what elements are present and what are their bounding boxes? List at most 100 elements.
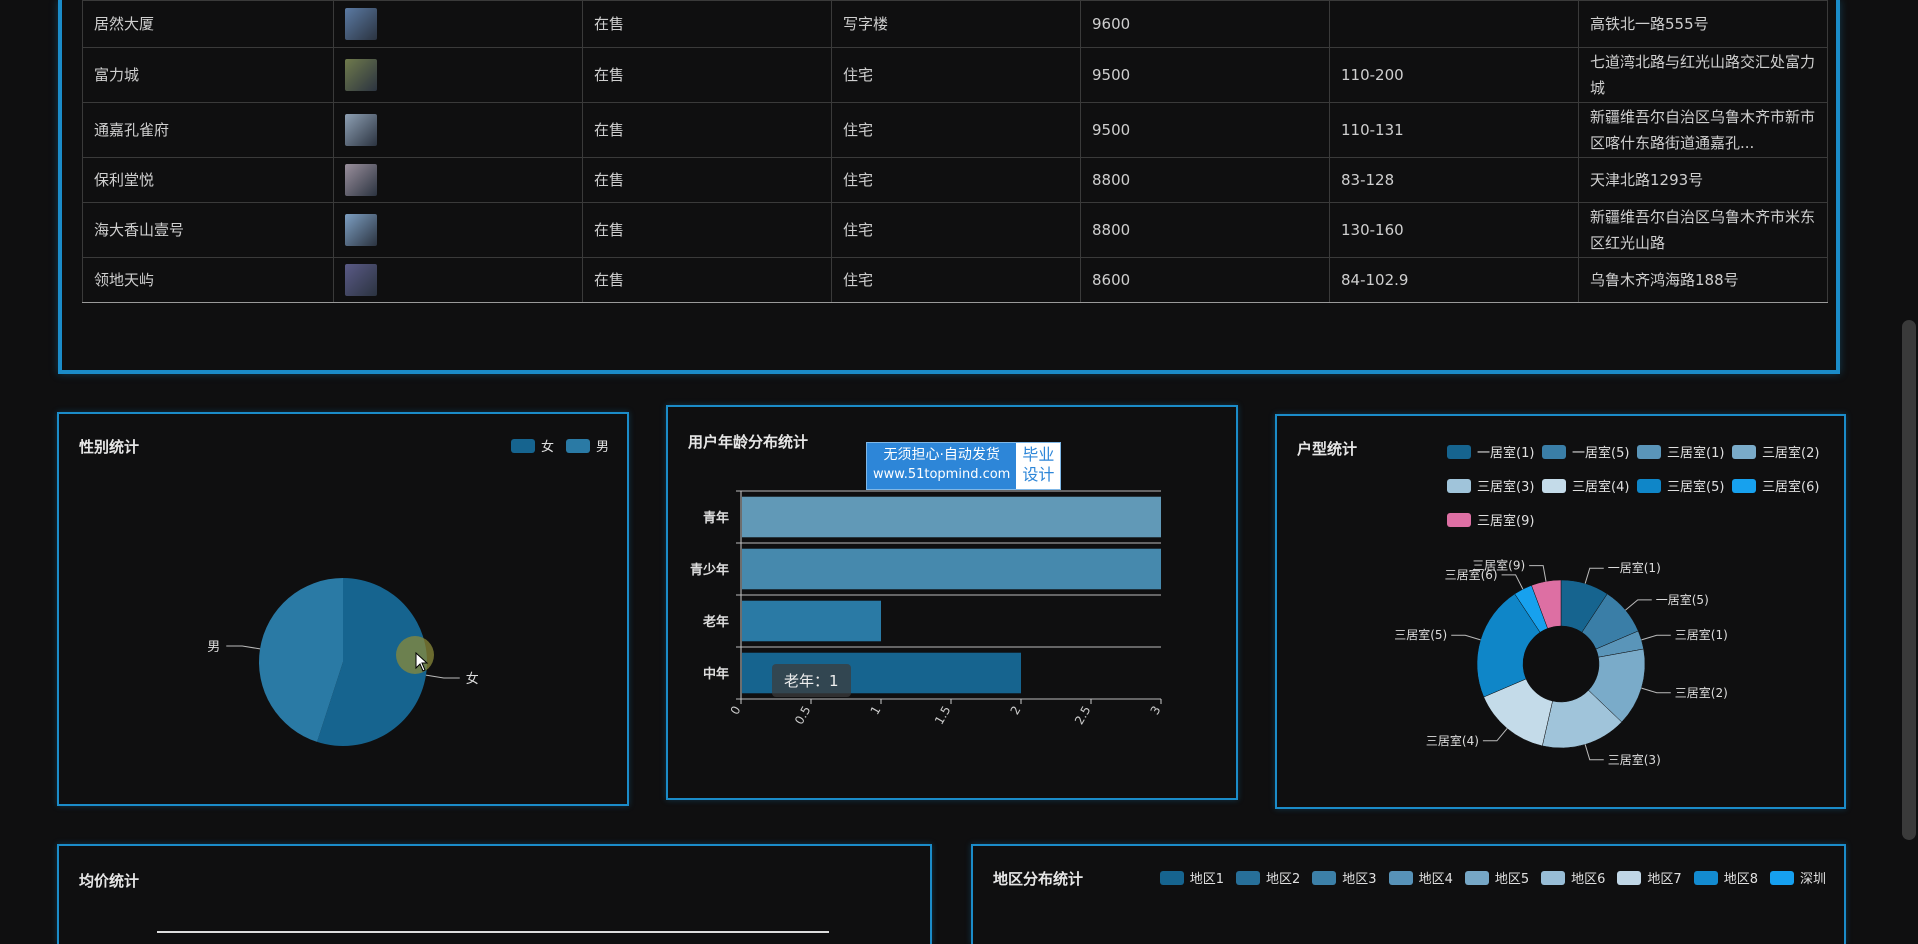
- cell-status: 在售: [582, 157, 832, 203]
- bar[interactable]: [742, 600, 881, 642]
- x-tick-label: 0.5: [792, 704, 814, 728]
- donut-label: 三居室(2): [1675, 685, 1728, 700]
- cell-status: 在售: [582, 102, 832, 158]
- cell-thumb: [333, 0, 583, 48]
- label-line: [226, 645, 261, 650]
- label-line: [1529, 565, 1547, 582]
- legend-item[interactable]: 地区6: [1541, 868, 1605, 887]
- cell-thumb: [333, 102, 583, 158]
- cell-type: 写字楼: [831, 0, 1081, 48]
- cell-name: 富力城: [82, 47, 334, 103]
- cell-price: 9600: [1080, 0, 1330, 48]
- table-row[interactable]: 通嘉孔雀府 在售 住宅 9500 110-131 新疆维吾尔自治区乌鲁木齐市新市区喀什东路…: [82, 102, 1828, 158]
- gender-chart-panel: 性别统计 女男 女男: [57, 412, 629, 806]
- label-line: [1584, 567, 1604, 584]
- avg-price-chart-top-edge: [157, 931, 829, 933]
- legend-label: 深圳: [1799, 872, 1826, 887]
- cell-thumb: [333, 257, 583, 303]
- cell-type: 住宅: [831, 102, 1081, 158]
- table-row[interactable]: 居然大厦 在售 写字楼 9600 高铁北一路555号: [82, 0, 1828, 48]
- mouse-cursor-icon: [415, 652, 429, 672]
- cell-price: 8800: [1080, 157, 1330, 203]
- x-tick-label: 2: [1008, 704, 1024, 718]
- cell-price: 9500: [1080, 102, 1330, 158]
- donut-label: 三居室(4): [1426, 733, 1479, 748]
- cell-address: 七道湾北路与红光山路交汇处富力城: [1578, 47, 1828, 103]
- cell-name: 居然大厦: [82, 0, 334, 48]
- pie-label: 男: [207, 640, 220, 655]
- cell-name: 领地天屿: [82, 257, 334, 303]
- cell-area: 130-160: [1329, 202, 1579, 258]
- donut-label: 三居室(1): [1675, 627, 1728, 642]
- watermark-right1: 毕业: [1022, 445, 1055, 464]
- cell-type: 住宅: [831, 257, 1081, 303]
- legend-item[interactable]: 地区8: [1693, 868, 1758, 887]
- scrollbar-thumb[interactable]: [1902, 320, 1916, 840]
- legend-item[interactable]: 地区5: [1464, 868, 1529, 887]
- cell-address: 新疆维吾尔自治区乌鲁木齐市新市区喀什东路街道通嘉孔...: [1578, 102, 1828, 158]
- label-line: [1641, 687, 1671, 694]
- legend-swatch: [1388, 870, 1413, 885]
- donut-label: 三居室(5): [1394, 627, 1447, 642]
- property-thumbnail[interactable]: [345, 114, 377, 146]
- legend-label: 地区8: [1723, 872, 1758, 887]
- avg-price-chart-title: 均价统计: [79, 872, 140, 890]
- cell-thumb: [333, 157, 583, 203]
- label-line: [1625, 599, 1652, 611]
- bar[interactable]: [742, 548, 1161, 590]
- room-type-donut-chart: 一居室(1) 一居室(5) 三居室(1) 三居室(2) 三居室(3) 三居室(4) 三居室(…: [1394, 558, 1728, 767]
- cell-type: 住宅: [831, 157, 1081, 203]
- property-thumbnail[interactable]: [345, 214, 377, 246]
- property-thumbnail[interactable]: [345, 8, 377, 40]
- cell-status: 在售: [582, 257, 832, 303]
- legend-label: 地区2: [1266, 872, 1301, 887]
- legend-item[interactable]: 地区2: [1236, 868, 1300, 887]
- region-chart-title: 地区分布统计: [993, 870, 1084, 888]
- legend-item[interactable]: 地区3: [1312, 868, 1377, 887]
- table-row[interactable]: 领地天屿 在售 住宅 8600 84-102.9 乌鲁木齐鸿海路188号: [82, 257, 1828, 303]
- legend-item[interactable]: 深圳: [1769, 868, 1826, 887]
- pie-label: 女: [466, 671, 479, 687]
- property-thumbnail[interactable]: [345, 59, 377, 91]
- x-tick-label: 2.5: [1072, 704, 1094, 728]
- watermark-badge[interactable]: 无须担心·自动发货 www.51topmind.com 毕业 设计: [866, 442, 1062, 490]
- cell-status: 在售: [582, 202, 832, 258]
- watermark-left: 无须担心·自动发货 www.51topmind.com: [867, 443, 1017, 489]
- legend-label: 地区4: [1418, 872, 1453, 887]
- table-row[interactable]: 海大香山壹号 在售 住宅 8800 130-160 新疆维吾尔自治区乌鲁木齐市米东区红光山…: [82, 202, 1828, 258]
- legend-label: 地区7: [1647, 872, 1682, 887]
- x-tick-label: 1.5: [932, 704, 954, 728]
- table-row[interactable]: 富力城 在售 住宅 9500 110-200 七道湾北路与红光山路交汇处富力城: [82, 47, 1828, 103]
- cell-area: [1329, 0, 1579, 48]
- legend-swatch: [1236, 870, 1261, 885]
- legend-swatch: [1464, 870, 1489, 885]
- property-thumbnail[interactable]: [345, 264, 377, 296]
- bar[interactable]: [742, 496, 1161, 538]
- legend-swatch: [1159, 870, 1184, 885]
- cell-name: 通嘉孔雀府: [82, 102, 334, 158]
- cell-address: 乌鲁木齐鸿海路188号: [1578, 257, 1828, 303]
- cell-price: 8600: [1080, 257, 1330, 303]
- donut-label: 一居室(1): [1608, 560, 1661, 575]
- legend-item[interactable]: 地区1: [1159, 868, 1224, 887]
- legend-item[interactable]: 地区7: [1617, 868, 1682, 887]
- room-type-chart-panel: 户型统计 一居室(1) 一居室(5) 三居室(1) 三居室(2) 三居室(3) 三居室(4…: [1275, 414, 1846, 809]
- cell-area: 84-102.9: [1329, 257, 1579, 303]
- legend-item[interactable]: 地区4: [1388, 868, 1453, 887]
- x-tick-label: 1: [868, 704, 884, 718]
- watermark-line1: 无须担心·自动发货: [883, 447, 1000, 463]
- legend-swatch: [1312, 870, 1337, 885]
- cell-price: 8800: [1080, 202, 1330, 258]
- watermark-line2: www.51topmind.com: [873, 467, 1011, 482]
- y-tick-label: 青少年: [690, 562, 729, 578]
- donut-label: 一居室(5): [1656, 592, 1709, 607]
- donut-label: 三居室(3): [1608, 752, 1661, 767]
- cell-thumb: [333, 47, 583, 103]
- x-tick-label: 0: [728, 704, 744, 718]
- property-thumbnail[interactable]: [345, 164, 377, 196]
- label-line: [1482, 728, 1508, 742]
- y-tick-label: 中年: [703, 666, 729, 682]
- table-row[interactable]: 保利堂悦 在售 住宅 8800 83-128 天津北路1293号: [82, 157, 1828, 203]
- label-line: [425, 674, 460, 679]
- gender-pie-chart: 女男: [207, 578, 479, 746]
